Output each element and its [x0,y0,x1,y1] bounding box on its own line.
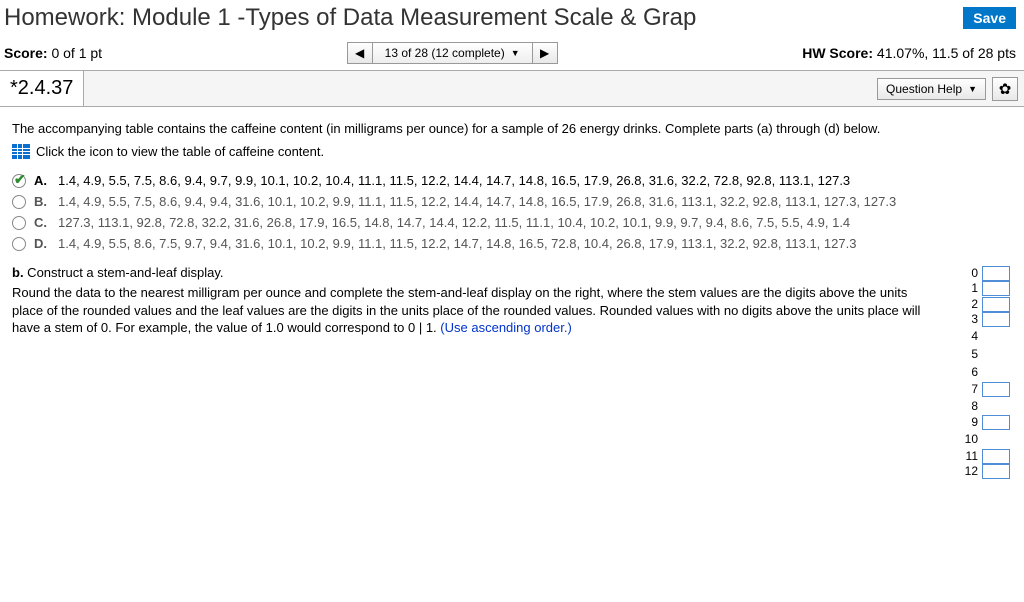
leaf-input[interactable] [982,415,1010,430]
stem-and-leaf-display: 0123456789101112 [963,265,1012,479]
mc-option-letter: C. [34,215,50,230]
leaf-input[interactable] [982,464,1010,479]
homework-title: Homework: Module 1 -Types of Data Measur… [4,4,957,32]
mc-option-values: 1.4, 4.9, 5.5, 7.5, 8.6, 9.4, 9.4, 31.6,… [58,194,1012,209]
leaf-empty [982,327,1010,342]
view-table-link[interactable]: Click the icon to view the table of caff… [36,144,324,159]
next-question-button[interactable]: ▶ [532,42,558,64]
stem-value: 12 [963,464,980,480]
mc-option: A. 1.4, 4.9, 5.5, 7.5, 8.6, 9.4, 9.7, 9.9… [12,173,1012,188]
stem-value: 10 [963,430,980,448]
leaf-input[interactable] [982,266,1010,281]
mc-option: D. 1.4, 4.9, 5.5, 8.6, 7.5, 9.7, 9.4, 31.… [12,236,1012,251]
gear-icon: ✿ [999,80,1012,98]
mc-option-values: 1.4, 4.9, 5.5, 8.6, 7.5, 9.7, 9.4, 31.6,… [58,236,1012,251]
mc-option: B. 1.4, 4.9, 5.5, 7.5, 8.6, 9.4, 9.4, 31.… [12,194,1012,209]
question-help-button[interactable]: Question Help▼ [877,78,986,100]
stem-value: 11 [963,448,980,464]
stem-value: 1 [963,281,980,297]
mc-option-radio[interactable] [12,237,26,251]
mc-option-letter: B. [34,194,50,209]
mc-option-values: 1.4, 4.9, 5.5, 7.5, 8.6, 9.4, 9.7, 9.9, … [58,173,1012,188]
settings-button[interactable]: ✿ [992,77,1018,101]
mc-option: C. 127.3, 113.1, 92.8, 72.8, 32.2, 31.6, … [12,215,1012,230]
leaf-empty [982,430,1010,445]
stem-value: 7 [963,381,980,397]
question-nav: ◀ 13 of 28 (12 complete)▼ ▶ [347,42,558,64]
stem-value: 8 [963,397,980,415]
part-b-instructions: Round the data to the nearest milligram … [12,284,937,337]
stem-value: 9 [963,415,980,431]
mc-option-letter: D. [34,236,50,251]
caret-down-icon: ▼ [511,48,520,58]
caret-down-icon: ▼ [968,84,977,94]
leaf-empty [982,363,1010,378]
question-id: *2.4.37 [0,71,84,106]
stem-value: 2 [963,296,980,312]
leaf-input[interactable] [982,297,1010,312]
mc-option-letter: A. [34,173,50,188]
leaf-input[interactable] [982,312,1010,327]
stem-value: 5 [963,345,980,363]
leaf-input[interactable] [982,449,1010,464]
stem-value: 3 [963,312,980,328]
hw-score-label: HW Score: 41.07%, 11.5 of 28 pts [802,45,1016,61]
mc-option-radio[interactable] [12,195,26,209]
mc-option-radio[interactable] [12,174,26,188]
prev-question-button[interactable]: ◀ [347,42,373,64]
mc-option-radio[interactable] [12,216,26,230]
leaf-input[interactable] [982,281,1010,296]
score-label: Score: 0 of 1 pt [4,45,102,61]
stem-value: 6 [963,363,980,381]
mc-option-values: 127.3, 113.1, 92.8, 72.8, 32.2, 31.6, 26… [58,215,1012,230]
leaf-empty [982,345,1010,360]
table-icon[interactable] [12,144,30,159]
question-position-dropdown[interactable]: 13 of 28 (12 complete)▼ [373,42,532,64]
stem-value: 0 [963,265,980,281]
stem-value: 4 [963,327,980,345]
part-b-heading: b. Construct a stem-and-leaf display. [12,265,937,280]
leaf-input[interactable] [982,382,1010,397]
question-prompt: The accompanying table contains the caff… [12,121,1012,136]
leaf-empty [982,397,1010,412]
save-button[interactable]: Save [963,7,1016,29]
